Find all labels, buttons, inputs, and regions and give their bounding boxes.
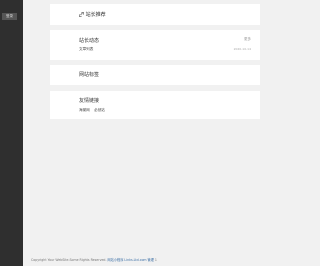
recommend-card: 站长推荐 (50, 4, 260, 25)
friend-link[interactable]: 必然站 (94, 108, 105, 113)
friend-link[interactable]: 海棠网 (79, 108, 90, 113)
dynamics-card: 站长动态 更多 文章列表 2020-10-14 (50, 30, 260, 60)
tags-card: 网站标签 (50, 65, 260, 85)
dynamics-item[interactable]: 文章列表 (79, 47, 93, 52)
dynamics-title: 站长动态 (79, 38, 100, 44)
footer: Copyright Your WebSite.Some Rights Reser… (31, 257, 157, 262)
footer-copyright: Copyright Your WebSite.Some Rights Reser… (31, 258, 107, 262)
tags-title: 网站标签 (79, 72, 100, 78)
footer-suffix: 1 (154, 258, 157, 262)
recommend-title-row: 站长推荐 (79, 11, 106, 18)
link-icon (79, 12, 84, 17)
login-tag[interactable]: 登录 (2, 13, 17, 20)
dynamics-date: 2020-10-14 (233, 47, 251, 51)
recommend-title: 站长推荐 (85, 12, 106, 18)
friends-title: 友情链接 (79, 98, 100, 104)
friends-card: 友情链接 海棠网 必然站 (50, 91, 260, 119)
footer-link[interactable]: 网站小程序 Links.Ltd.com 管理 (107, 258, 153, 262)
sidebar: 登录 (0, 0, 23, 266)
dynamics-more-link[interactable]: 更多 (244, 37, 251, 42)
